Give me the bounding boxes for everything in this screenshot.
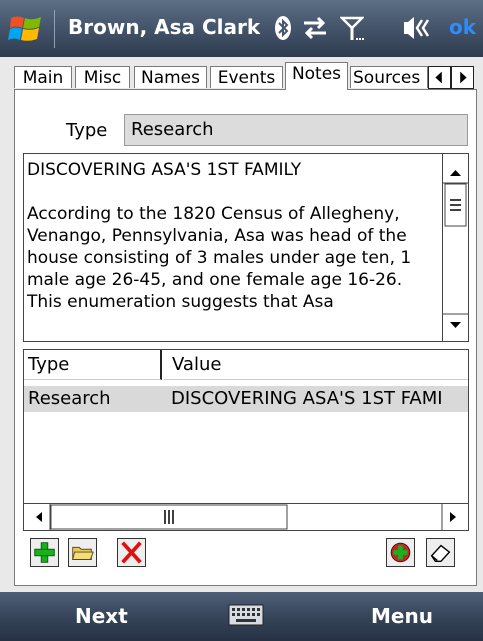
sync-arrows-icon[interactable] — [302, 14, 328, 42]
row-value-cell: DISCOVERING ASA'S 1ST FAMI — [171, 388, 443, 409]
tab-events[interactable]: Events — [210, 66, 283, 88]
delete-icon[interactable] — [117, 538, 146, 567]
tab-scroll-right-icon[interactable] — [451, 66, 474, 89]
tab-names[interactable]: Names — [134, 66, 207, 88]
note-body: According to the 1820 Census of Alleghen… — [27, 204, 412, 312]
ok-button[interactable]: ok — [449, 15, 476, 39]
column-header-value[interactable]: Value — [164, 350, 468, 380]
tab-sources[interactable]: Sources — [350, 66, 428, 88]
keyboard-icon[interactable] — [228, 604, 264, 626]
row-type-cell: Research — [28, 388, 111, 409]
open-folder-icon[interactable] — [68, 538, 97, 567]
type-label: Type — [66, 120, 108, 141]
type-dropdown[interactable]: Research — [124, 114, 468, 146]
title-bar: Brown, Asa Clark ok — [0, 0, 483, 57]
next-softkey[interactable]: Next — [75, 604, 128, 628]
signal-icon[interactable] — [340, 14, 364, 42]
scroll-left-icon — [36, 512, 42, 522]
scroll-up-icon — [450, 170, 461, 176]
note-heading: DISCOVERING ASA'S 1ST FAMILY — [27, 160, 302, 180]
title-separator — [54, 10, 55, 48]
scroll-right-icon — [450, 512, 456, 522]
tab-main[interactable]: Main — [14, 66, 72, 88]
eraser-icon[interactable] — [426, 538, 455, 567]
bluetooth-icon[interactable] — [274, 14, 292, 42]
column-header-type[interactable]: Type — [24, 350, 162, 380]
note-scrollbar[interactable] — [442, 154, 468, 341]
menu-softkey[interactable]: Menu — [371, 604, 433, 628]
tab-misc[interactable]: Misc — [75, 66, 130, 88]
add-icon[interactable] — [30, 538, 59, 567]
list-horizontal-scrollbar[interactable] — [24, 503, 468, 530]
scroll-down-icon — [450, 322, 461, 328]
window-title: Brown, Asa Clark — [68, 15, 261, 39]
tab-notes[interactable]: Notes — [285, 62, 348, 90]
tab-scroll-left-icon[interactable] — [428, 66, 451, 89]
tab-strip: Main Misc Names Events Notes Sources — [14, 62, 477, 90]
volume-icon[interactable] — [402, 14, 430, 42]
note-text: DISCOVERING ASA'S 1ST FAMILY According t… — [27, 159, 439, 313]
add-source-icon[interactable] — [386, 538, 415, 567]
windows-flag-icon[interactable] — [8, 12, 44, 46]
